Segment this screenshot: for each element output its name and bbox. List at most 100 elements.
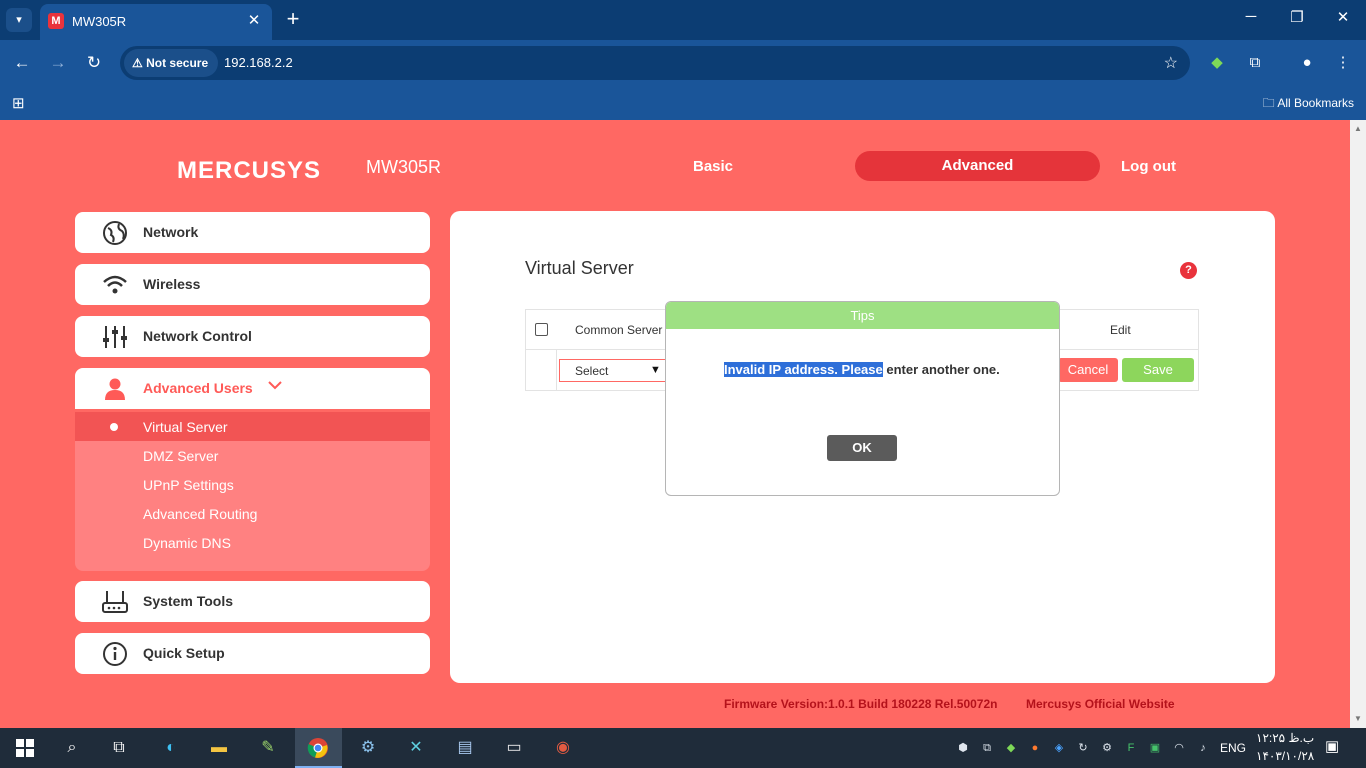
tray-shield-icon[interactable]: ◆ <box>1003 740 1019 756</box>
sidebar-item-label: Quick Setup <box>143 645 225 661</box>
tray-refresh-icon[interactable]: ↻ <box>1075 740 1091 756</box>
cell-divider <box>556 350 557 390</box>
url-text[interactable]: 192.168.2.2 <box>224 55 293 70</box>
file-explorer-icon[interactable]: ▬ <box>204 734 234 762</box>
minimize-button[interactable]: ─ <box>1236 8 1266 25</box>
warning-icon: ⚠ <box>132 56 143 70</box>
back-button[interactable]: ← <box>11 52 33 74</box>
page-scrollbar[interactable]: ▲ ▼ <box>1350 120 1366 728</box>
active-dot-icon <box>110 423 118 431</box>
tray-green-app-icon[interactable]: ▣ <box>1147 740 1163 756</box>
model-name: MW305R <box>366 157 442 177</box>
tray-copy-icon[interactable]: ⧉ <box>979 740 995 756</box>
mercusys-logo: MERCUSYS <box>177 157 322 184</box>
advanced-users-submenu: Virtual Server DMZ Server UPnP Settings … <box>75 412 430 571</box>
tips-dialog: Tips Invalid IP address. Please enter an… <box>665 301 1060 496</box>
browser-toolbar: ← → ↻ ⚠ Not secure 192.168.2.2 ☆ ◆ ⧉ ● ⋮ <box>0 40 1366 86</box>
forward-button[interactable]: → <box>47 52 69 74</box>
close-window-button[interactable]: ✕ <box>1328 8 1358 26</box>
ok-button[interactable]: OK <box>827 435 897 461</box>
column-header-edit: Edit <box>1110 323 1131 337</box>
sliders-icon <box>101 324 129 350</box>
network-app-icon[interactable]: ⚙ <box>353 734 383 762</box>
browser-tab[interactable]: M MW305R ✕ <box>40 4 272 40</box>
sidebar-item-quick-setup[interactable]: Quick Setup <box>75 633 430 674</box>
submenu-item-dynamic-dns[interactable]: Dynamic DNS <box>75 528 430 557</box>
sidebar-item-network[interactable]: Network <box>75 212 430 253</box>
message-text: enter another one. <box>882 362 1000 377</box>
all-bookmarks-label: All Bookmarks <box>1277 96 1354 110</box>
dialog-message: Invalid IP address. Please enter another… <box>724 362 1000 377</box>
tray-network-icon[interactable]: ⬢ <box>955 740 971 756</box>
security-indicator[interactable]: ⚠ Not secure <box>124 49 219 77</box>
document-app-icon[interactable]: ▤ <box>450 734 480 762</box>
terminal-app-icon[interactable]: ▭ <box>499 734 529 762</box>
app-paint-icon[interactable]: ✎ <box>253 734 283 762</box>
sidebar-item-label: System Tools <box>143 593 233 609</box>
nav-basic[interactable]: Basic <box>693 158 733 175</box>
common-server-select[interactable]: Select ▼ <box>559 359 667 382</box>
mercusys-favicon-icon: M <box>48 13 64 29</box>
tray-orange-icon[interactable]: ● <box>1027 740 1043 756</box>
select-all-checkbox[interactable] <box>535 323 548 336</box>
task-view-icon[interactable]: ⧉ <box>104 734 134 762</box>
submenu-item-virtual-server[interactable]: Virtual Server <box>75 412 430 441</box>
edge-browser-icon[interactable]: ◐ <box>156 734 186 762</box>
extensions-puzzle-icon[interactable]: ⧉ <box>1244 52 1266 74</box>
address-bar[interactable]: ⚠ Not secure 192.168.2.2 ☆ <box>120 46 1190 80</box>
notification-icon[interactable]: ▣ <box>1325 737 1339 755</box>
restore-button[interactable]: ❐ <box>1282 8 1312 26</box>
taskbar-date[interactable]: ۱۴۰۳/۱۰/۲۸ <box>1256 749 1314 763</box>
media-app-icon[interactable]: ◉ <box>548 734 578 762</box>
security-label: Not secure <box>146 56 209 70</box>
all-bookmarks-button[interactable]: 🗀 All Bookmarks <box>1263 94 1354 115</box>
reload-button[interactable]: ↻ <box>83 52 105 74</box>
page-viewport: MERCUSYS MW305R Basic Advanced Log out N… <box>0 120 1350 728</box>
tray-wifi-icon[interactable]: ◠ <box>1171 740 1187 756</box>
new-tab-button[interactable]: + <box>282 8 304 30</box>
nav-advanced[interactable]: Advanced <box>855 151 1100 181</box>
save-button[interactable]: Save <box>1122 358 1194 382</box>
bookmarks-bar: ⊞ 🗀 All Bookmarks <box>0 86 1366 120</box>
browser-tab-strip: ▾ M MW305R ✕ + ─ ❐ ✕ <box>0 0 1366 40</box>
submenu-item-label: Advanced Routing <box>143 506 258 522</box>
tray-green-f-icon[interactable]: F <box>1123 740 1139 756</box>
tab-search-button[interactable]: ▾ <box>6 8 32 32</box>
submenu-item-upnp-settings[interactable]: UPnP Settings <box>75 470 430 499</box>
tray-vpn-icon[interactable]: ⚙ <box>1099 740 1115 756</box>
bookmark-star-icon[interactable]: ☆ <box>1164 53 1178 73</box>
profile-icon[interactable]: ● <box>1296 52 1318 74</box>
official-website-link[interactable]: Mercusys Official Website <box>1026 697 1175 711</box>
select-value: Select <box>575 364 609 378</box>
help-icon[interactable]: ? <box>1180 262 1197 279</box>
submenu-item-dmz-server[interactable]: DMZ Server <box>75 441 430 470</box>
tab-close-icon[interactable]: ✕ <box>244 11 264 29</box>
scroll-down-icon[interactable]: ▼ <box>1354 714 1362 723</box>
start-windows-icon[interactable] <box>10 734 40 762</box>
windows-taskbar: ⌕ ⧉ ◐ ▬ ✎ ⚙ ✕ ▤ ▭ ◉ ⬢ ⧉ ◆ ● ◈ ↻ ⚙ F ▣ ◠ … <box>0 728 1366 768</box>
submenu-item-advanced-routing[interactable]: Advanced Routing <box>75 499 430 528</box>
router-icon <box>101 589 129 615</box>
search-icon[interactable]: ⌕ <box>57 734 87 762</box>
tray-blue-icon[interactable]: ◈ <box>1051 740 1067 756</box>
sidebar-item-wireless[interactable]: Wireless <box>75 264 430 305</box>
nav-logout[interactable]: Log out <box>1121 158 1176 175</box>
xmind-app-icon[interactable]: ✕ <box>401 734 431 762</box>
menu-kebab-icon[interactable]: ⋮ <box>1332 52 1354 74</box>
apps-grid-icon[interactable]: ⊞ <box>12 94 25 112</box>
tray-volume-icon[interactable]: ♪ <box>1195 740 1211 756</box>
scroll-up-icon[interactable]: ▲ <box>1354 124 1362 133</box>
globe-icon <box>101 220 129 246</box>
chrome-icon[interactable] <box>303 734 333 762</box>
sidebar-item-system-tools[interactable]: System Tools <box>75 581 430 622</box>
sidebar-item-label: Network Control <box>143 328 252 344</box>
selected-message-text: Invalid IP address. Please <box>724 362 883 377</box>
sidebar-item-advanced-users[interactable]: Advanced Users <box>75 368 430 409</box>
sidebar-item-network-control[interactable]: Network Control <box>75 316 430 357</box>
extension-shield-icon[interactable]: ◆ <box>1206 52 1228 74</box>
wifi-icon <box>101 272 129 298</box>
cancel-button[interactable]: Cancel <box>1058 358 1118 382</box>
language-indicator[interactable]: ENG <box>1220 741 1246 755</box>
chevron-down-icon <box>267 377 283 398</box>
taskbar-time[interactable]: ب.ظ ۱۲:۲۵ <box>1256 731 1314 745</box>
